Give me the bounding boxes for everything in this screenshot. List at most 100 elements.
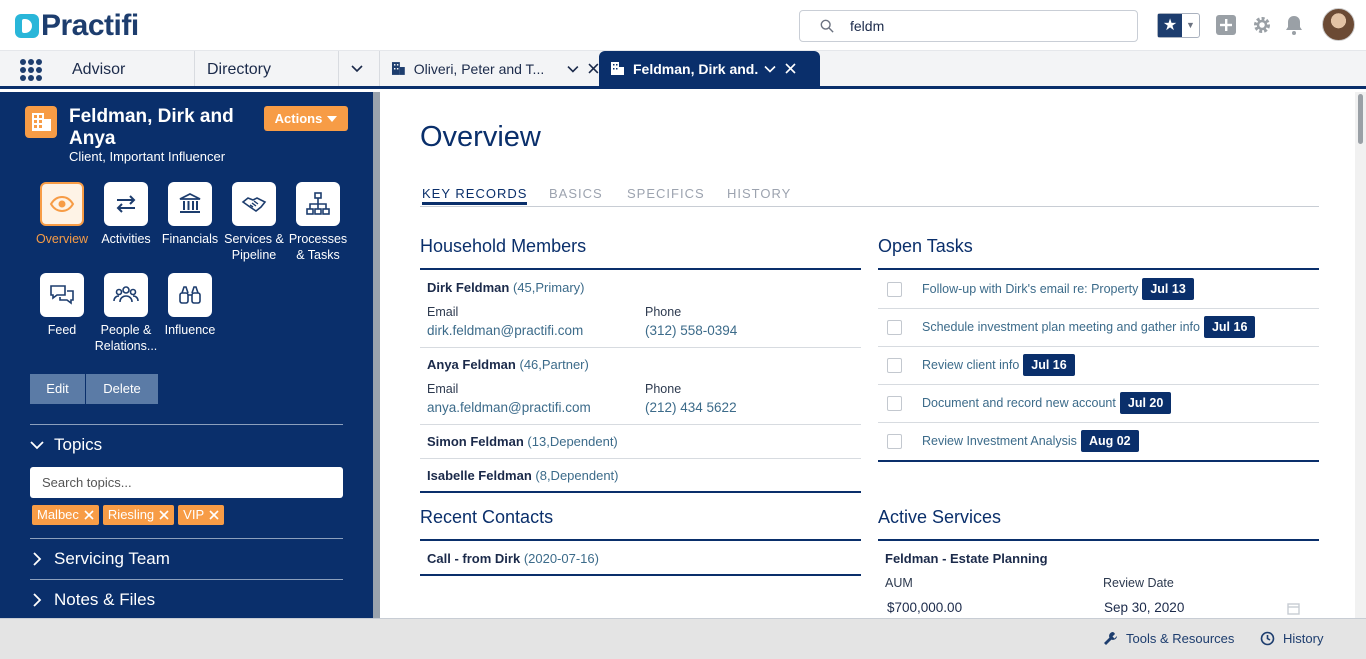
calendar-icon[interactable] [1287,602,1300,615]
nav-divider [194,51,195,86]
quick-action-influence[interactable]: Influence [156,273,224,338]
app-name: Advisor [72,61,126,78]
household-heading: Household Members [420,236,587,256]
quick-action-label: Services & Pipeline [224,232,284,262]
tab-history[interactable]: HISTORY [727,186,791,201]
task-checkbox[interactable] [887,433,902,449]
building-icon [391,62,405,75]
task-link[interactable]: Review Investment Analysis [922,434,1077,448]
topic-pill[interactable]: Riesling [102,505,175,525]
task-link[interactable]: Schedule investment plan meeting and gat… [922,320,1200,334]
close-icon[interactable] [209,510,219,520]
bell-icon[interactable] [1283,14,1305,36]
member-email[interactable]: dirk.feldman@practifi.com [427,323,583,338]
member-name[interactable]: Dirk Feldman (45,Primary) [427,280,585,295]
search-icon [820,19,834,33]
tab-basics[interactable]: BASICS [549,186,603,201]
chevron-down-icon[interactable] [350,62,364,76]
close-icon[interactable] [84,510,94,520]
delete-button[interactable]: Delete [86,374,158,404]
nav-divider [338,51,339,86]
scrollbar-thumb[interactable] [1358,94,1363,144]
quick-action-people-relations[interactable]: People & Relations... [92,273,160,354]
history-button[interactable]: History [1260,631,1323,646]
divider [420,574,861,576]
member-meta: (45,Primary) [512,280,585,295]
close-icon[interactable] [159,510,169,520]
quick-action-label: Overview [35,232,89,246]
member-name[interactable]: Isabelle Feldman (8,Dependent) [427,468,619,483]
topic-pill[interactable]: Malbec [32,505,99,525]
email-label: Email [427,382,459,396]
task-due-badge: Aug 02 [1080,430,1139,452]
nav-item-directory[interactable]: Directory [207,61,271,79]
servicing-team-toggle[interactable]: Servicing Team [30,549,170,569]
member-phone[interactable]: (312) 558-0394 [645,323,737,338]
tab-specifics[interactable]: SPECIFICS [627,186,705,201]
task-link[interactable]: Follow-up with Dirk's email re: Property [922,282,1138,296]
topic-pill-label: VIP [183,507,205,522]
member-phone[interactable]: (212) 434 5622 [645,400,737,415]
notes-files-toggle[interactable]: Notes & Files [30,590,155,610]
favorites-button[interactable]: ★ ▼ [1157,13,1200,38]
chevron-down-icon[interactable] [764,63,776,75]
logo-text: Practifi [41,9,139,42]
task-due-badge: Jul 20 [1119,392,1172,414]
add-icon[interactable] [1215,14,1237,36]
tab-oliveri[interactable]: Oliveri, Peter and T... [380,51,599,86]
record-title: Feldman, Dirk and Anya [69,106,234,149]
topics-section-toggle[interactable]: Topics [30,435,102,455]
quick-action-services-pipeline[interactable]: Services & Pipeline [220,182,288,263]
task-row: Review Investment Analysis Aug 02 [878,422,1319,460]
close-icon[interactable] [785,63,796,74]
task-checkbox[interactable] [887,357,902,373]
binoculars-icon [179,286,201,304]
topics-search-input[interactable] [30,467,343,498]
quick-action-financials[interactable]: Financials [156,182,224,247]
task-link[interactable]: Review client info [922,358,1019,372]
member-email[interactable]: anya.feldman@practifi.com [427,400,591,415]
user-avatar[interactable] [1322,8,1355,41]
quick-action-activities[interactable]: Activities [92,182,160,247]
search-input[interactable] [850,16,1120,36]
topic-pill-label: Malbec [37,507,79,522]
divider [30,538,343,539]
member-name[interactable]: Simon Feldman (13,Dependent) [427,434,618,449]
quick-action-processes-tasks[interactable]: Processes & Tasks [284,182,352,263]
topics-heading: Topics [54,435,103,454]
app-launcher-icon[interactable] [20,59,42,81]
nav-bar: Advisor Directory Oliveri, Peter and T..… [0,51,1366,89]
tab-feldman[interactable]: Feldman, Dirk and... [599,51,820,86]
divider [420,268,861,270]
task-link[interactable]: Document and record new account [922,396,1116,410]
quick-action-feed[interactable]: Feed [28,273,96,338]
contact-item[interactable]: Call - from Dirk (2020-07-16) [427,551,599,566]
service-name[interactable]: Feldman - Estate Planning [885,551,1048,566]
tools-resources-button[interactable]: Tools & Resources [1103,631,1234,646]
quick-action-overview[interactable]: Overview [28,182,96,247]
notes-files-heading: Notes & Files [54,590,156,609]
divider [420,491,861,493]
quick-action-label: Financials [161,232,219,246]
tab-key-records[interactable]: KEY RECORDS [422,186,528,205]
member-name[interactable]: Anya Feldman (46,Partner) [427,357,589,372]
task-checkbox[interactable] [887,395,902,411]
review-date-label: Review Date [1103,576,1174,590]
caret-down-icon [327,115,338,122]
star-icon: ★ [1158,14,1182,37]
divider [420,458,861,459]
chevron-down-icon[interactable] [567,63,579,75]
practifi-logo[interactable]: Practifi [15,9,139,42]
member-meta: (13,Dependent) [527,434,618,449]
main-scrollbar[interactable] [1355,92,1366,618]
task-checkbox[interactable] [887,319,902,335]
task-checkbox[interactable] [887,281,902,297]
close-icon[interactable] [588,63,599,74]
tools-label: Tools & Resources [1126,631,1235,646]
edit-button[interactable]: Edit [30,374,86,404]
topic-pill[interactable]: VIP [178,505,225,525]
actions-button[interactable]: Actions [264,106,348,131]
global-search[interactable] [799,10,1138,42]
sidebar-scrollbar[interactable] [373,92,380,618]
gear-icon[interactable] [1251,14,1273,36]
